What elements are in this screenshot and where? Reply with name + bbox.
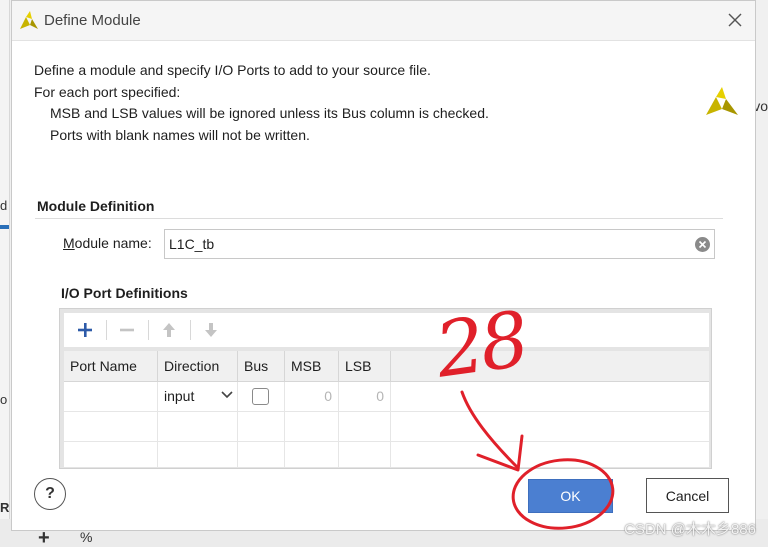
- empty-cell: [158, 412, 238, 441]
- add-port-button[interactable]: [66, 313, 104, 347]
- empty-cell: [158, 442, 238, 467]
- empty-cell: [285, 442, 339, 467]
- column-header-msb[interactable]: MSB: [285, 351, 339, 382]
- section-divider: [35, 218, 723, 219]
- port-toolbar: [64, 313, 709, 347]
- bus-cell: [238, 382, 285, 411]
- lsb-cell[interactable]: 0: [339, 382, 391, 411]
- chevron-down-icon: [221, 391, 233, 399]
- empty-cell: [285, 412, 339, 441]
- plus-icon: [78, 323, 92, 337]
- define-module-dialog: Define Module Define a module and specif…: [11, 0, 756, 531]
- io-port-panel: Port Name Direction Bus MSB LSB input 0: [59, 308, 712, 469]
- close-button[interactable]: [721, 6, 749, 34]
- toolbar-separator: [190, 320, 191, 340]
- empty-cell: [238, 442, 285, 467]
- table-row-empty: [64, 412, 709, 442]
- vivado-logo-icon: [18, 11, 40, 34]
- mnemonic-letter: M: [63, 235, 75, 251]
- clear-input-button[interactable]: [694, 236, 711, 256]
- dialog-description: Define a module and specify I/O Ports to…: [34, 60, 489, 146]
- ok-button[interactable]: OK: [528, 479, 613, 513]
- watermark: CSDN @木木乡886: [624, 521, 756, 538]
- module-name-label: Module name:: [63, 235, 152, 251]
- background-text-fragment: o: [0, 392, 8, 407]
- description-line: For each port specified:: [34, 83, 181, 100]
- column-header-direction[interactable]: Direction: [158, 351, 238, 382]
- port-name-cell[interactable]: [64, 382, 158, 411]
- background-selection-marker: [0, 225, 9, 229]
- toolbar-separator: [148, 320, 149, 340]
- column-header-bus[interactable]: Bus: [238, 351, 285, 382]
- column-header-lsb[interactable]: LSB: [339, 351, 391, 382]
- background-percent-icon: %: [80, 529, 93, 545]
- dialog-titlebar: Define Module: [12, 1, 755, 41]
- table-row-empty: [64, 442, 709, 467]
- help-button[interactable]: ?: [34, 478, 66, 510]
- arrow-down-icon: [205, 323, 217, 337]
- move-down-button[interactable]: [192, 313, 230, 347]
- vivado-logo-icon: [704, 85, 740, 122]
- background-text-fragment: d: [0, 198, 8, 213]
- minus-icon: [120, 328, 134, 332]
- handwritten-step-number: 28: [430, 294, 531, 395]
- msb-cell[interactable]: 0: [285, 382, 339, 411]
- description-line: Ports with blank names will not be writt…: [50, 126, 310, 143]
- direction-select[interactable]: input: [158, 382, 238, 411]
- table-header: Port Name Direction Bus MSB LSB: [64, 351, 709, 382]
- module-name-label-text: odule name:: [74, 235, 152, 251]
- table-row: input 0 0: [64, 382, 709, 412]
- io-port-definitions-heading: I/O Port Definitions: [61, 285, 188, 301]
- port-table: Port Name Direction Bus MSB LSB input 0: [64, 351, 709, 467]
- empty-cell: [64, 442, 158, 467]
- description-line: Define a module and specify I/O Ports to…: [34, 62, 431, 78]
- empty-cell: [64, 412, 158, 441]
- module-name-input[interactable]: [165, 230, 685, 258]
- toolbar-separator: [106, 320, 107, 340]
- module-name-field[interactable]: [164, 229, 715, 259]
- background-text-fragment: R: [0, 500, 10, 515]
- close-icon: [728, 13, 742, 27]
- cancel-button[interactable]: Cancel: [646, 478, 729, 513]
- direction-value: input: [164, 388, 195, 404]
- empty-cell: [339, 412, 391, 441]
- move-up-button[interactable]: [150, 313, 188, 347]
- bus-checkbox[interactable]: [252, 388, 269, 405]
- description-line: MSB and LSB values will be ignored unles…: [50, 105, 489, 121]
- arrow-up-icon: [163, 323, 175, 337]
- clear-icon: [695, 237, 710, 252]
- background-app-left-panel: [0, 0, 10, 547]
- column-header-port-name[interactable]: Port Name: [64, 351, 158, 382]
- empty-cell: [238, 412, 285, 441]
- empty-cell: [339, 442, 391, 467]
- dialog-title: Define Module: [44, 12, 141, 29]
- remove-port-button[interactable]: [108, 313, 146, 347]
- module-definition-heading: Module Definition: [37, 198, 155, 214]
